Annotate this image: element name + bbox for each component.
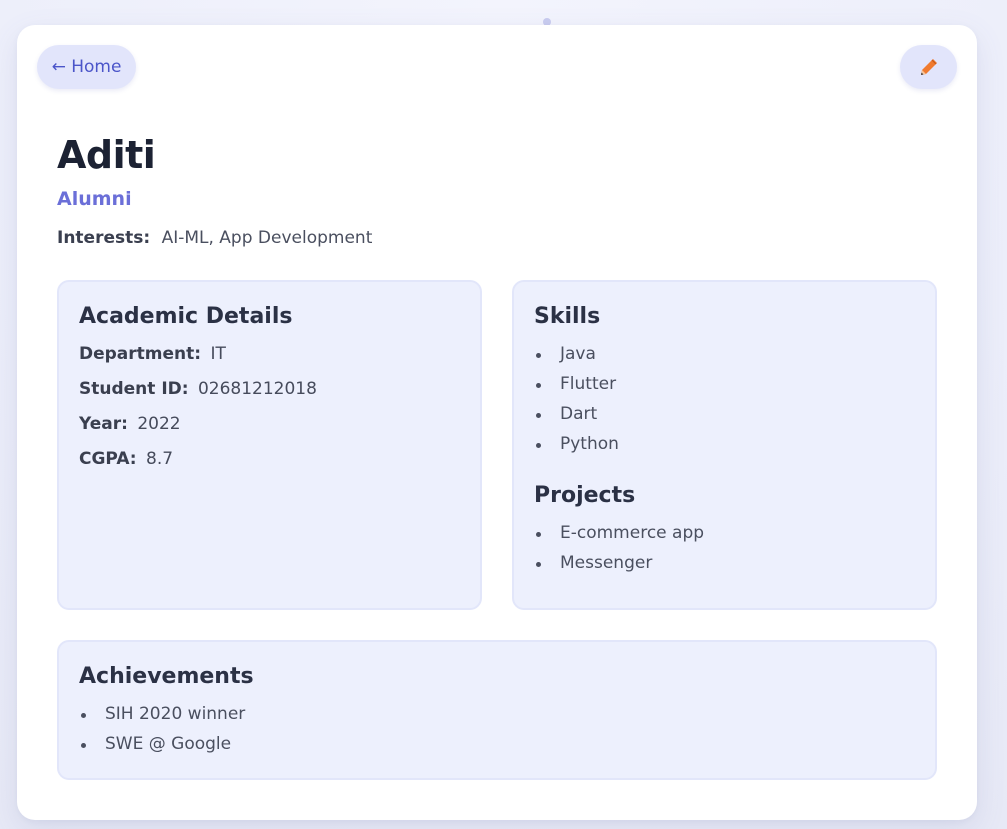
profile-name: Aditi (57, 133, 156, 177)
home-button[interactable]: ← Home (37, 45, 136, 89)
list-item: Messenger (534, 552, 915, 574)
field-department: Department: IT (79, 343, 460, 365)
projects-title: Projects (534, 483, 636, 508)
list-item: Java (534, 343, 915, 365)
list-item: SWE @ Google (79, 733, 915, 755)
field-value: 8.7 (146, 449, 174, 469)
list-item: Python (534, 433, 915, 455)
field-student-id: Student ID: 02681212018 (79, 378, 460, 400)
field-value: 02681212018 (197, 379, 317, 399)
achievements-list: SIH 2020 winner SWE @ Google (79, 703, 915, 755)
field-label: CGPA: (79, 449, 137, 469)
pencil-icon (920, 59, 937, 75)
field-year: Year: 2022 (79, 413, 460, 435)
skills-title: Skills (534, 304, 601, 329)
academic-details-panel: Academic Details Department: IT Student … (57, 280, 482, 610)
profile-role: Alumni (57, 188, 132, 210)
profile-card: ← Home Aditi Alumni Interests: AI-ML, Ap… (17, 25, 977, 820)
field-label: Year: (79, 414, 128, 434)
list-item: Dart (534, 403, 915, 425)
field-value: 2022 (137, 414, 181, 434)
field-value: IT (210, 344, 226, 364)
list-item: E-commerce app (534, 522, 915, 544)
projects-list: E-commerce app Messenger (534, 522, 915, 574)
home-button-label: ← Home (51, 57, 122, 77)
skills-panel: Skills Java Flutter Dart Python Projects… (512, 280, 937, 610)
list-item: Flutter (534, 373, 915, 395)
profile-interests: Interests: AI-ML, App Development (57, 228, 372, 248)
interests-label: Interests: (57, 228, 151, 248)
field-label: Student ID: (79, 379, 189, 399)
field-label: Department: (79, 344, 202, 364)
field-cgpa: CGPA: 8.7 (79, 448, 460, 470)
achievements-title: Achievements (79, 664, 254, 689)
list-item: SIH 2020 winner (79, 703, 915, 725)
achievements-panel: Achievements SIH 2020 winner SWE @ Googl… (57, 640, 937, 780)
academic-details-title: Academic Details (79, 304, 293, 329)
skills-list: Java Flutter Dart Python (534, 343, 915, 455)
interests-value: AI-ML, App Development (161, 228, 373, 248)
edit-button[interactable] (900, 45, 957, 89)
